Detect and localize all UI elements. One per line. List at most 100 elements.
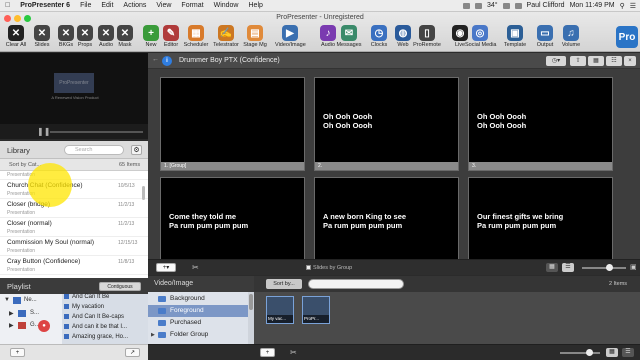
search-icon[interactable]: ⚲ xyxy=(620,2,625,10)
menu-clock[interactable]: Mon 11:49 PM xyxy=(570,2,615,9)
add-playlist-button[interactable]: + xyxy=(10,348,25,357)
list-item[interactable]: And Can It Be xyxy=(64,294,109,300)
disclosure-triangle-icon[interactable]: ▶ xyxy=(9,322,14,329)
menu-actions[interactable]: Actions xyxy=(118,2,151,9)
bin-search-input[interactable] xyxy=(308,279,404,289)
bin-sort-dropdown[interactable]: Sort by... xyxy=(266,279,302,289)
checkbox-icon[interactable] xyxy=(306,265,311,271)
disclosure-triangle-icon[interactable]: ▶ xyxy=(9,310,14,317)
bin-header: Sort by... 2 Items xyxy=(254,276,640,292)
library-item-name: Commission My Soul (normal) xyxy=(7,239,95,246)
temperature-status[interactable]: 34° xyxy=(487,2,498,9)
menu-help[interactable]: Help xyxy=(244,2,268,9)
list-item[interactable]: And Can It Be-caps xyxy=(64,314,124,320)
menu-bar:  ProPresenter 6 File Edit Actions View … xyxy=(0,0,640,12)
library-item-category: Presentation xyxy=(7,210,36,216)
media-folder-group[interactable]: ▶ Folder Group xyxy=(148,329,248,341)
toolbar-button[interactable]: ◎ Social Media xyxy=(465,25,497,48)
menu-file[interactable]: File xyxy=(75,2,96,9)
list-item[interactable]: Presentation xyxy=(0,171,148,180)
list-item[interactable]: Closer (normal) 11/2/13 Presentation xyxy=(0,218,148,237)
grid-view-icon[interactable]: ▦ xyxy=(546,263,558,272)
media-folder-background[interactable]: Background xyxy=(148,293,248,305)
list-item[interactable]: My vacation xyxy=(64,304,104,310)
list-item[interactable]: Commission My Soul (normal) 12/15/13 Pre… xyxy=(0,237,148,256)
video-icon: ▶ xyxy=(282,25,298,41)
grid-icon[interactable]: ☷ xyxy=(606,56,622,66)
media-thumbnail[interactable]: My vac... xyxy=(266,296,294,324)
slide[interactable]: Oh Ooh Oooh Oh Ooh Oooh 2. xyxy=(314,77,459,171)
expand-arrow-icon[interactable]: ← xyxy=(152,56,159,63)
media-folder-purchased[interactable]: Purchased xyxy=(148,317,248,329)
expand-icon[interactable]: ↗ xyxy=(125,348,140,357)
playlist-group[interactable]: Ne... xyxy=(24,297,37,303)
export-icon[interactable]: ⇧ xyxy=(570,56,586,66)
preview-controls: ❚❚ xyxy=(0,124,148,139)
slider-knob[interactable] xyxy=(606,264,613,271)
record-icon[interactable]: ● xyxy=(38,320,50,332)
toolbar-button[interactable]: ♫ Volume xyxy=(556,25,586,48)
toolbar-button[interactable]: ▯ ProRemote xyxy=(412,25,442,48)
slides-by-group-checkbox[interactable]: Slides by Group xyxy=(306,265,352,271)
layout-icon[interactable]: ▦ xyxy=(588,56,604,66)
zoom-icon[interactable]: ▣ xyxy=(630,263,637,271)
pause-icon[interactable]: ❚❚ xyxy=(37,127,50,136)
list-item[interactable]: Closer (bridge) 11/2/13 Presentation xyxy=(0,199,148,218)
list-item[interactable]: Amazing grace, Ho... xyxy=(64,334,128,340)
toolbar-button[interactable]: ▦ Scheduler xyxy=(181,25,211,48)
grid-view-icon[interactable]: ▦ xyxy=(606,348,618,357)
battery-icon[interactable] xyxy=(514,2,522,9)
slider-knob[interactable] xyxy=(586,349,593,356)
list-view-icon[interactable]: ☰ xyxy=(622,348,634,357)
bin-count: 2 Items xyxy=(609,281,628,287)
media-list: Background Foreground Purchased ▶ Folder … xyxy=(148,292,254,344)
contiguous-button[interactable]: Contiguous xyxy=(99,282,141,291)
library-item-date: 11/2/13 xyxy=(118,202,135,208)
toolbar: ProPresenter - Unregistered ✕ Clear All ✕ S… xyxy=(0,12,640,52)
scissors-icon[interactable]: ✂ xyxy=(192,263,199,272)
media-thumbnail[interactable]: ProPr... xyxy=(302,296,330,324)
menu-view[interactable]: View xyxy=(151,2,176,9)
thumb-size-slider[interactable] xyxy=(560,352,600,354)
list-item[interactable]: Church Chat (Confidence) 10/5/13 Present… xyxy=(0,180,148,199)
toolbar-button[interactable]: ✉ Messages xyxy=(334,25,364,48)
add-slide-button[interactable]: +▾ xyxy=(156,263,176,272)
clock-dropdown-icon[interactable]: ◷▾ xyxy=(546,56,566,66)
list-item[interactable]: And can it be that I... xyxy=(64,324,127,330)
preview-scrubber[interactable] xyxy=(50,131,143,133)
library-search-input[interactable]: Search xyxy=(64,145,124,155)
disclosure-triangle-icon[interactable]: ▼ xyxy=(4,297,10,303)
info-icon[interactable]: i xyxy=(162,56,172,66)
status-icon[interactable] xyxy=(474,2,482,9)
list-item[interactable]: Cray Button (Confidence) 11/8/13 Present… xyxy=(0,256,148,275)
media-folder-foreground[interactable]: Foreground xyxy=(148,305,248,317)
status-icon[interactable] xyxy=(462,2,470,9)
library-scrollbar[interactable] xyxy=(142,186,145,200)
toolbar-button[interactable]: ▤ Stage Mg xyxy=(240,25,270,48)
toolbar-button[interactable]: ▶ Video/Image xyxy=(275,25,306,48)
list-view-icon[interactable]: ☰ xyxy=(562,263,574,272)
slide[interactable]: Come they told me Pa rum pum pum pum xyxy=(160,177,305,271)
apple-icon[interactable]:  xyxy=(0,2,15,9)
disclosure-triangle-icon[interactable]: ▶ xyxy=(151,329,155,341)
add-media-button[interactable]: + xyxy=(260,348,275,357)
menu-edit[interactable]: Edit xyxy=(96,2,118,9)
menu-app-name[interactable]: ProPresenter 6 xyxy=(15,2,75,9)
slide[interactable]: A new born King to see Pa rum pum pum pu… xyxy=(314,177,459,271)
toolbar-button[interactable]: ✍ Telestrator xyxy=(211,25,241,48)
menu-list-icon[interactable]: ☰ xyxy=(630,2,636,10)
wifi-icon[interactable] xyxy=(502,2,510,9)
close-icon[interactable]: × xyxy=(624,56,636,66)
toolbar-button[interactable]: ▣ Template xyxy=(500,25,530,48)
slide[interactable]: Our finest gifts we bring Pa rum pum pum… xyxy=(468,177,613,271)
menu-window[interactable]: Window xyxy=(209,2,244,9)
menu-user[interactable]: Paul Clifford xyxy=(527,2,565,9)
scissors-icon[interactable]: ✂ xyxy=(290,348,297,357)
playlist-group[interactable]: S... xyxy=(30,310,39,316)
media-scroll-thumb[interactable] xyxy=(249,294,253,310)
menu-format[interactable]: Format xyxy=(176,2,208,9)
slide-size-slider[interactable] xyxy=(582,267,626,269)
gear-icon[interactable]: ⚙ xyxy=(131,145,142,155)
slide[interactable]: 1. [Group] xyxy=(160,77,305,171)
slide[interactable]: Oh Ooh Oooh Oh Ooh Oooh 3. xyxy=(468,77,613,171)
